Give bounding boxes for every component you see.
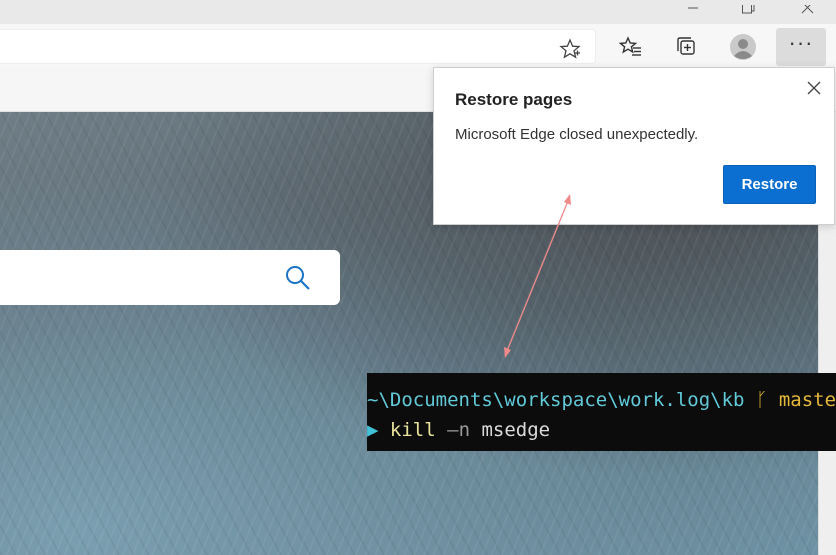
terminal-flag: –n	[447, 419, 471, 441]
terminal-argument: msedge	[481, 419, 551, 441]
add-favorite-button[interactable]	[559, 38, 581, 65]
terminal-path: ~\Documents\workspace\work.log\kb	[367, 389, 745, 411]
close-icon	[801, 5, 814, 14]
search-button[interactable]	[283, 263, 311, 296]
dialog-title: Restore pages	[455, 90, 573, 109]
minimize-icon	[688, 7, 698, 9]
collections-icon	[677, 37, 695, 55]
favorite-star-icon	[559, 38, 581, 59]
browser-toolbar: ···	[0, 24, 836, 68]
address-bar[interactable]	[0, 29, 596, 64]
profile-button[interactable]	[728, 32, 758, 62]
close-window-button[interactable]	[784, 0, 830, 24]
search-icon	[286, 266, 310, 290]
minimize-button[interactable]	[670, 0, 716, 24]
profile-icon	[730, 34, 756, 60]
terminal-window: ~\Documents\workspace\work.log\kb ᚴ mast…	[367, 373, 836, 451]
collections-button[interactable]	[672, 32, 702, 62]
favorites-icon	[619, 36, 641, 56]
title-bar	[0, 0, 836, 24]
terminal-prompt-line: ~\Documents\workspace\work.log\kb ᚴ mast…	[367, 389, 836, 411]
restore-button[interactable]: Restore	[723, 165, 816, 204]
git-branch-icon: ᚴ	[755, 389, 768, 411]
prompt-arrow-icon: ▶	[367, 419, 379, 441]
close-icon	[807, 81, 821, 95]
restore-pages-dialog: Restore pages Microsoft Edge closed unex…	[433, 67, 835, 225]
dialog-close-button[interactable]	[804, 78, 824, 98]
settings-and-more-button[interactable]: ···	[776, 28, 826, 66]
favorites-button[interactable]	[616, 32, 646, 62]
restore-icon	[742, 5, 755, 14]
more-icon: ···	[788, 30, 814, 55]
restore-window-button[interactable]	[725, 0, 771, 24]
terminal-command: kill	[389, 419, 436, 441]
git-branch-name: master	[778, 389, 836, 411]
terminal-command-line[interactable]: ▶ kill –n msedge	[367, 419, 550, 441]
dialog-message: Microsoft Edge closed unexpectedly.	[455, 126, 699, 143]
